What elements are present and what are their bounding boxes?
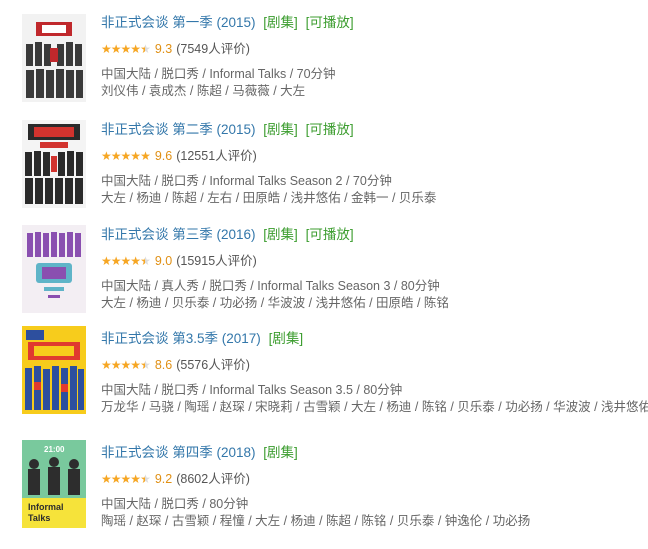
show-cast: 大左 / 杨迪 / 陈超 / 左右 / 田原皓 / 浅井悠佑 / 金韩一 / 贝…	[101, 191, 437, 205]
poster-time-text: 21:00	[44, 445, 65, 454]
poster-image[interactable]	[22, 120, 86, 208]
show-title[interactable]: 非正式会谈 第二季 (2015)	[101, 122, 256, 137]
poster-image[interactable]	[22, 326, 86, 414]
poster-season4: 21:00 Informal Talks	[22, 440, 86, 528]
show-title[interactable]: 非正式会谈 第三季 (2016)	[101, 227, 256, 242]
star-icon: ★	[120, 254, 132, 268]
show-title[interactable]: 非正式会谈 第3.5季 (2017)	[101, 331, 261, 346]
show-cast: 刘仪伟 / 袁成杰 / 陈超 / 马薇薇 / 大左	[101, 84, 306, 98]
star-half-icon: ★	[140, 358, 151, 372]
star-half-icon: ★	[140, 254, 151, 268]
rating: ★ ★ ★ ★ ★ 9.6 (12551人评价)	[101, 148, 641, 164]
show-meta: 中国大陆 / 脱口秀 / Informal Talks / 70分钟	[101, 67, 336, 81]
star-icon: ★	[101, 472, 112, 486]
star-icon: ★	[130, 358, 141, 372]
rating-score: 8.6	[154, 358, 173, 372]
show-meta: 中国大陆 / 脱口秀 / 80分钟	[101, 497, 249, 511]
show-cast: 陶瑶 / 赵琛 / 古雪颖 / 程憧 / 大左 / 杨迪 / 陈超 / 陈铭 /…	[101, 514, 531, 528]
show-title[interactable]: 非正式会谈 第一季 (2015)	[101, 15, 256, 30]
star-icon: ★	[130, 42, 141, 56]
tag-series[interactable]: [剧集]	[269, 331, 304, 346]
star-icon: ★	[101, 254, 112, 268]
star-rating: ★ ★ ★ ★ ★	[101, 254, 151, 268]
star-icon: ★	[101, 358, 112, 372]
star-icon: ★	[101, 149, 112, 163]
poster-season3-5	[22, 326, 86, 414]
tag-playable[interactable]: [可播放]	[306, 227, 354, 242]
rating-count: (8602人评价)	[176, 472, 250, 486]
star-icon: ★	[110, 254, 122, 268]
rating-score: 9.3	[154, 42, 173, 56]
rating: ★ ★ ★ ★ ★ 8.6 (5576人评价)	[101, 357, 641, 373]
poster-image[interactable]	[22, 14, 86, 102]
tag-series[interactable]: [剧集]	[263, 445, 298, 460]
star-icon: ★	[101, 42, 112, 56]
rating: ★ ★ ★ ★ ★ 9.3 (7549人评价)	[101, 41, 641, 57]
poster-image[interactable]	[22, 225, 86, 313]
tag-playable[interactable]: [可播放]	[306, 122, 354, 137]
rating-count: (7549人评价)	[176, 42, 250, 56]
show-meta: 中国大陆 / 脱口秀 / Informal Talks Season 2 / 7…	[101, 174, 392, 188]
star-rating: ★ ★ ★ ★ ★	[101, 149, 151, 163]
star-rating: ★ ★ ★ ★ ★	[101, 42, 151, 56]
star-icon: ★	[110, 42, 122, 56]
star-half-icon: ★	[140, 42, 151, 56]
star-half-icon: ★	[140, 472, 151, 486]
show-meta: 中国大陆 / 脱口秀 / Informal Talks Season 3.5 /…	[101, 383, 403, 397]
rating-score: 9.0	[154, 254, 173, 268]
rating-count: (5576人评价)	[176, 358, 250, 372]
tag-series[interactable]: [剧集]	[263, 227, 298, 242]
poster-season3	[22, 225, 86, 313]
star-icon: ★	[130, 254, 141, 268]
poster-title-text: Informal	[28, 502, 64, 512]
star-icon: ★	[130, 149, 141, 163]
rating: ★ ★ ★ ★ ★ 9.0 (15915人评价)	[101, 253, 641, 269]
poster-subtitle-text: Talks	[28, 513, 50, 523]
show-cast: 大左 / 杨迪 / 贝乐泰 / 功必扬 / 华波波 / 浅井悠佑 / 田原皓 /…	[101, 296, 449, 310]
poster-season2	[22, 120, 86, 208]
show-meta: 中国大陆 / 真人秀 / 脱口秀 / Informal Talks Season…	[101, 279, 440, 293]
poster-image[interactable]: 21:00 Informal Talks	[22, 440, 86, 528]
rating-score: 9.6	[154, 149, 173, 163]
star-rating: ★ ★ ★ ★ ★	[101, 358, 151, 372]
rating-score: 9.2	[154, 472, 173, 486]
star-icon: ★	[120, 149, 132, 163]
star-icon: ★	[120, 358, 132, 372]
star-icon: ★	[110, 358, 122, 372]
rating-count: (15915人评价)	[176, 254, 257, 268]
star-icon: ★	[140, 149, 151, 163]
star-icon: ★	[110, 149, 122, 163]
poster-season1	[22, 14, 86, 102]
star-icon: ★	[110, 472, 122, 486]
tag-series[interactable]: [剧集]	[263, 15, 298, 30]
star-icon: ★	[120, 42, 132, 56]
star-rating: ★ ★ ★ ★ ★	[101, 472, 151, 486]
tag-series[interactable]: [剧集]	[263, 122, 298, 137]
rating: ★ ★ ★ ★ ★ 9.2 (8602人评价)	[101, 471, 641, 487]
star-icon: ★	[120, 472, 132, 486]
star-icon: ★	[130, 472, 141, 486]
rating-count: (12551人评价)	[176, 149, 257, 163]
show-cast: 万龙华 / 马骁 / 陶瑶 / 赵琛 / 宋晓莉 / 古雪颖 / 大左 / 杨迪…	[101, 400, 648, 414]
show-title[interactable]: 非正式会谈 第四季 (2018)	[101, 445, 256, 460]
tag-playable[interactable]: [可播放]	[306, 15, 354, 30]
